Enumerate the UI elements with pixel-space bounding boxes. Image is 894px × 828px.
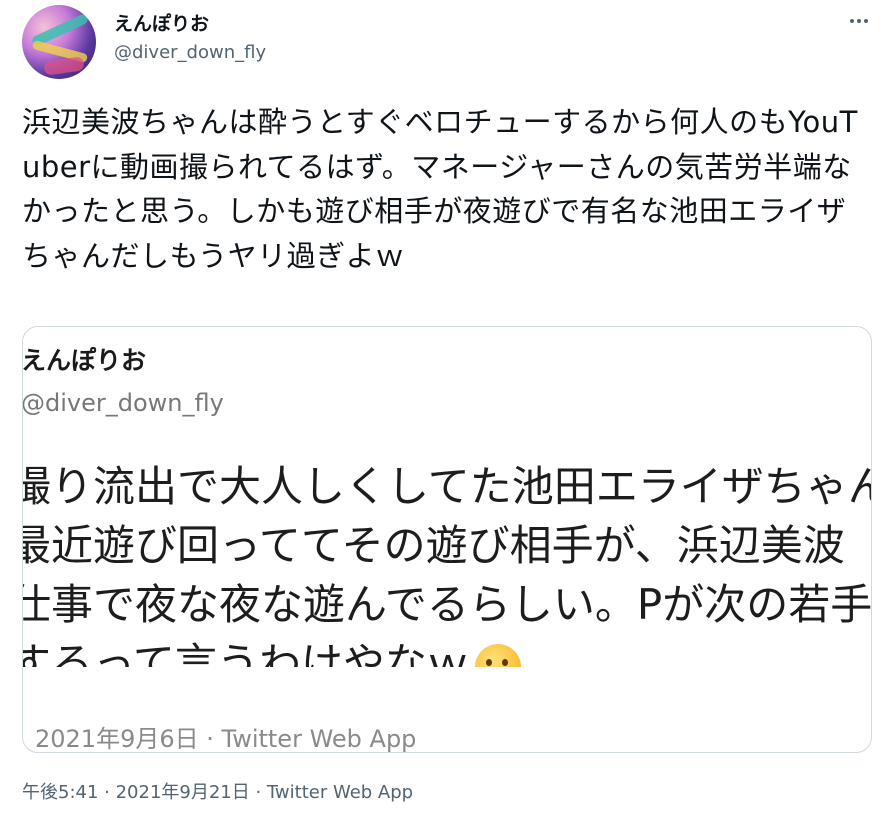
image-text-line: 最近遊び回っててその遊び相手が、浜辺美波 (23, 521, 845, 570)
attached-image-card[interactable]: えんぽりお @diver_down_fly 撮り流出で大人しくしてた池田エライザ… (22, 326, 872, 753)
author-handle[interactable]: @diver_down_fly (114, 42, 266, 63)
more-horizontal-icon[interactable] (846, 8, 872, 34)
image-display-name: えんぽりお (23, 346, 147, 375)
avatar[interactable] (22, 5, 96, 79)
tweet-timestamp[interactable]: 午後5:41 · 2021年9月21日 · Twitter Web App (22, 778, 413, 804)
image-text-line: 仕事で夜な夜な遊んでるらしい。Pが次の若手 (23, 580, 871, 629)
thinking-face-icon (474, 643, 521, 667)
image-tweet-text: 撮り流出で大人しくしてた池田エライザちゃん 最近遊び回っててその遊び相手が、浜辺… (23, 457, 871, 667)
image-text-line: 撮り流出で大人しくしてた池田エライザちゃん (23, 462, 871, 511)
image-text-line: するって言うわけやなｗ (23, 639, 469, 667)
image-text-line-last: するって言うわけやなｗ (23, 634, 871, 667)
image-meta: 2021年9月6日 · Twitter Web App (35, 725, 417, 753)
tweet-text: 浜辺美波ちゃんは酔うとすぐベロチューするから何人のもYouTuberに動画撮られ… (22, 105, 858, 273)
screenshot-image: えんぽりお @diver_down_fly 撮り流出で大人しくしてた池田エライザ… (23, 327, 871, 667)
author-display-name[interactable]: えんぽりお (114, 9, 209, 36)
image-handle: @diver_down_fly (23, 389, 224, 417)
